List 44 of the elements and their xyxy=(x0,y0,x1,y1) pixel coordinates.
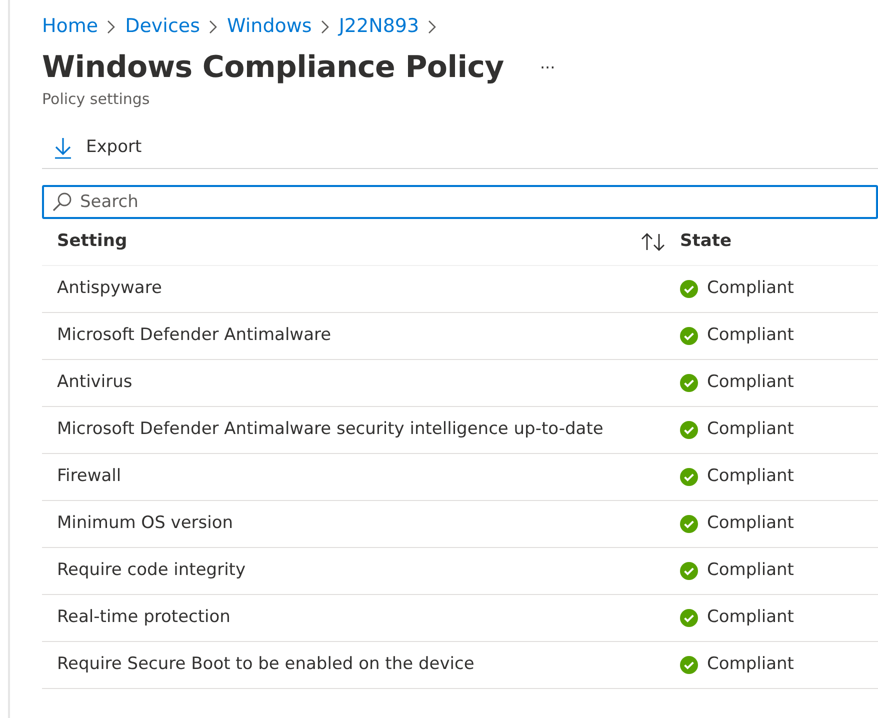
check-circle-icon xyxy=(680,374,698,392)
download-icon xyxy=(54,137,72,159)
check-circle-icon xyxy=(680,562,698,580)
status-text: Compliant xyxy=(707,606,794,630)
status-text: Compliant xyxy=(707,559,794,582)
breadcrumb-link[interactable]: Windows xyxy=(227,15,312,37)
check-circle-icon xyxy=(680,515,698,533)
check-circle-icon xyxy=(680,609,698,627)
check-circle-icon xyxy=(680,468,698,486)
status-text: Compliant xyxy=(707,465,794,488)
table-cell: Real-time protection xyxy=(57,607,230,628)
search-field[interactable]: Search xyxy=(42,184,878,218)
status-text: Compliant xyxy=(707,324,794,348)
chevron-right-icon xyxy=(107,20,116,34)
status-text: Compliant xyxy=(707,371,794,394)
status-text: Compliant xyxy=(707,512,794,536)
chevron-right-icon xyxy=(428,20,438,34)
status-text: Compliant xyxy=(707,653,794,676)
table-cell: Require Secure Boot to be enabled on the device xyxy=(57,654,474,674)
breadcrumb-link[interactable]: J22N893 xyxy=(338,15,420,37)
column-header[interactable]: State xyxy=(680,231,732,251)
check-circle-icon xyxy=(680,280,698,298)
table-cell: Microsoft Defender Antimalware xyxy=(57,325,332,346)
column-header[interactable]: Setting xyxy=(57,229,128,254)
breadcrumb-link[interactable]: Devices xyxy=(125,15,200,37)
chevron-right-icon xyxy=(209,20,218,34)
chevron-right-icon xyxy=(320,20,330,34)
export-button[interactable]: Export xyxy=(42,132,142,164)
check-circle-icon xyxy=(680,327,698,345)
check-circle-icon xyxy=(680,656,698,674)
sort-icon xyxy=(640,232,666,252)
check-circle-icon xyxy=(680,421,698,439)
table-cell: Antivirus xyxy=(57,372,132,392)
breadcrumb-link[interactable]: Home xyxy=(42,15,98,37)
status-text: Compliant xyxy=(707,418,794,442)
more-button[interactable]: ··· xyxy=(536,56,560,80)
table-cell: Minimum OS version xyxy=(57,513,234,534)
table-cell: Antispyware xyxy=(57,278,162,298)
page-subtitle: Policy settings xyxy=(42,89,151,110)
table-cell: Require code integrity xyxy=(57,560,246,580)
table-cell: Firewall xyxy=(57,466,122,486)
page-title: Windows Compliance Policy xyxy=(42,50,504,86)
table-cell: Microsoft Defender Antimalware security intelligence up-to-date xyxy=(57,419,604,440)
status-text: Compliant xyxy=(707,277,794,300)
